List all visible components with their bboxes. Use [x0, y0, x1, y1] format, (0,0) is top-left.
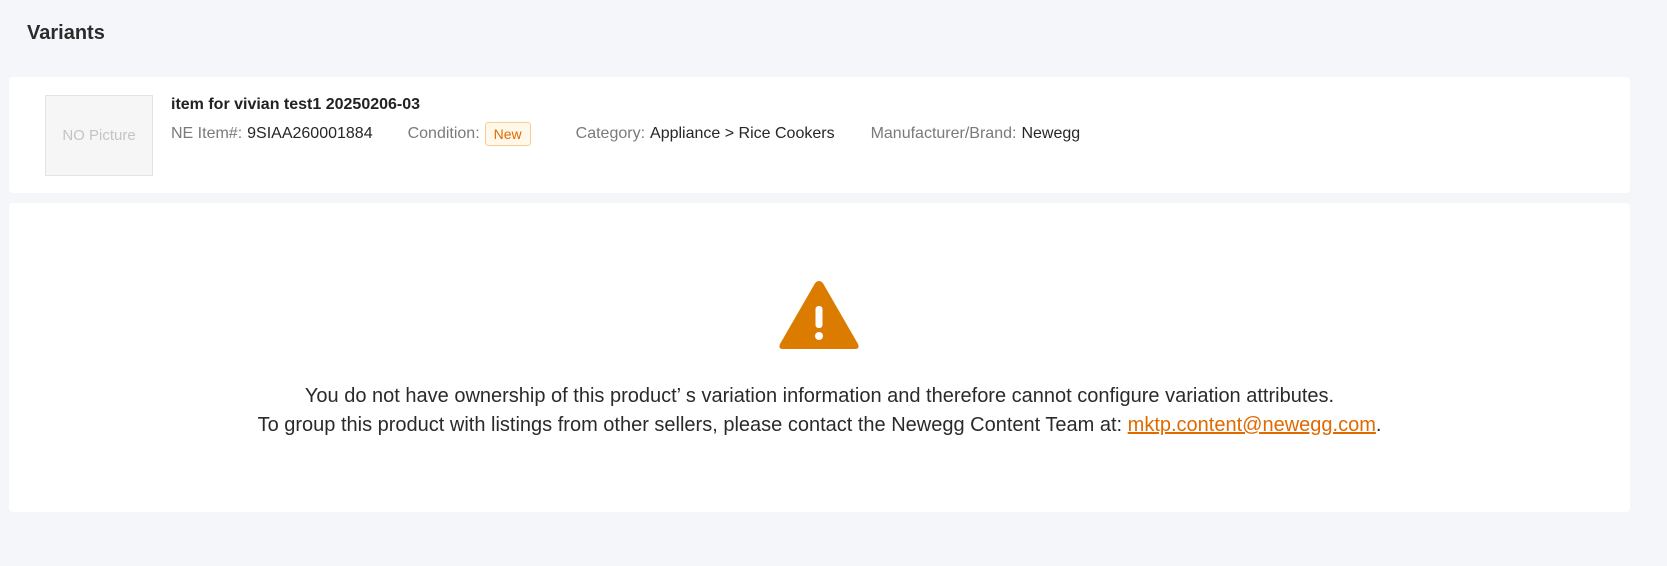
category-field: Category: Appliance > Rice Cookers [576, 125, 835, 143]
warning-triangle-icon [779, 281, 859, 349]
product-card: NO Picture item for vivian test1 2025020… [9, 77, 1630, 193]
ne-item-label: NE Item#: [171, 125, 243, 142]
notice-line2-period: . [1375, 414, 1382, 436]
brand-value: Newegg [1021, 125, 1081, 142]
category-label: Category: [575, 125, 646, 142]
content-team-email-link[interactable]: mktp.content@newegg.com [1128, 414, 1376, 436]
ne-item-value: 9SIAA260001884 [247, 125, 373, 142]
brand-field: Manufacturer/Brand: Newegg [871, 125, 1081, 143]
category-value: Appliance > Rice Cookers [650, 125, 835, 142]
notice-message-line1: You do not have ownership of this produc… [304, 385, 1335, 407]
product-meta-row: NE Item#: 9SIAA260001884 Condition: New … [171, 121, 1080, 147]
product-thumbnail: NO Picture [45, 95, 153, 176]
thumbnail-placeholder-text: NO Picture [62, 127, 136, 144]
ownership-notice-panel: You do not have ownership of this produc… [9, 203, 1630, 512]
notice-message-line2: To group this product with listings from… [9, 414, 1630, 437]
notice-line2-text: To group this product with listings from… [257, 414, 1128, 436]
ne-item-field: NE Item#: 9SIAA260001884 [171, 125, 373, 143]
condition-label: Condition: [407, 125, 480, 142]
condition-badge: New [484, 122, 531, 146]
condition-field: Condition: New [408, 122, 531, 146]
brand-label: Manufacturer/Brand: [870, 125, 1017, 142]
page-title: Variants [27, 22, 105, 44]
product-name: item for vivian test1 20250206-03 [171, 96, 421, 113]
